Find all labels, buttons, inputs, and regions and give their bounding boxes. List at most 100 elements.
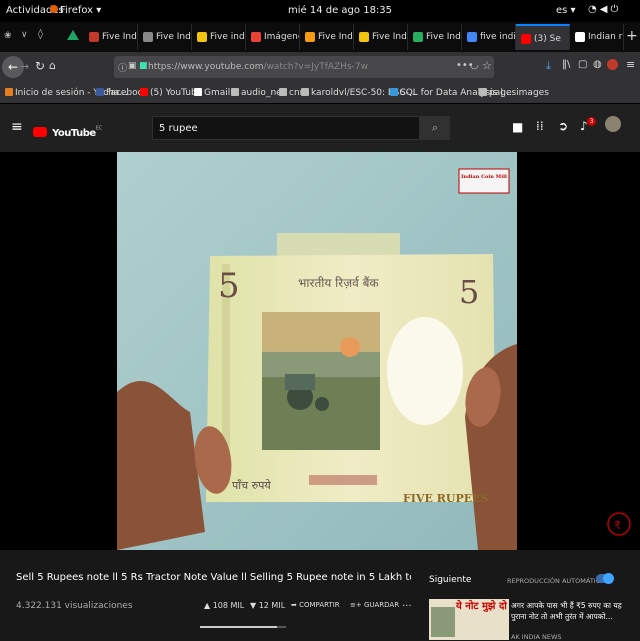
bookmark-icon xyxy=(279,88,287,96)
tab-favicon-icon xyxy=(467,32,477,42)
forward-button[interactable]: → xyxy=(20,60,29,73)
like-button[interactable]: ▲ 108 MIL xyxy=(204,601,244,610)
video-title: Sell 5 Rupees note ll 5 Rs Tractor Note … xyxy=(16,572,411,583)
note-hindi-value: पाँच रुपये xyxy=(232,479,271,492)
tab-overflow-icon[interactable]: ∨ xyxy=(21,30,28,40)
video-player[interactable]: ₹ Indian Coin Mill भारतीय रिज़र्व बैंक 5… xyxy=(0,152,640,550)
browser-tab[interactable]: Five India F xyxy=(138,24,192,50)
browser-tab[interactable]: Five India F xyxy=(354,24,408,50)
pinned-tab-icon[interactable]: ◊ xyxy=(38,29,43,40)
tab-favicon-icon xyxy=(89,32,99,42)
bookmark-icon xyxy=(301,88,309,96)
share-icon: ➦ xyxy=(291,601,297,609)
search-input[interactable]: 5 rupee xyxy=(152,116,420,140)
url-bar[interactable]: ⓘ ▣ ■ https://www.youtube.com/watch?v=Jy… xyxy=(114,56,494,78)
browser-tab[interactable]: (3) Se xyxy=(516,24,570,50)
tab-favicon-icon xyxy=(143,32,153,42)
search-button[interactable]: ⌕ xyxy=(420,116,450,140)
dislike-button[interactable]: ▼ 12 MIL xyxy=(250,601,285,610)
bookmark-icon xyxy=(194,88,202,96)
downloads-icon[interactable]: ⤓ xyxy=(546,59,551,73)
bookmark-star-icon[interactable]: ☆ xyxy=(482,59,492,72)
bookmark-item[interactable]: Gmail xyxy=(194,88,230,98)
system-top-bar: Actividades Firefox ▾ mié 14 de ago 18:3… xyxy=(0,0,640,22)
sync-icon[interactable]: ◍ xyxy=(593,59,602,70)
youtube-play-icon xyxy=(33,127,47,137)
library-icon[interactable]: ‖\ xyxy=(562,59,570,70)
reload-button[interactable]: ↻ xyxy=(35,59,45,73)
watermark-window xyxy=(387,317,463,425)
app-menu[interactable]: Firefox ▾ xyxy=(50,5,101,16)
channel-watermark xyxy=(458,168,510,194)
ornament xyxy=(309,475,377,485)
sentiment-bar xyxy=(200,626,286,628)
browser-tab[interactable]: Imágenes xyxy=(246,24,300,50)
navigation-toolbar: ← → ↻ ⌂ ⓘ ▣ ■ https://www.youtube.com/wa… xyxy=(0,52,640,82)
bookmark-item[interactable]: pagesimages xyxy=(479,88,549,98)
permissions-icon[interactable]: ▣ xyxy=(128,61,137,71)
note-denomination-left: 5 xyxy=(218,266,240,306)
tab-list-icon[interactable]: ❀ xyxy=(4,31,12,41)
youtube-logo[interactable]: YouTubeEC xyxy=(33,121,102,140)
tab-favicon-icon xyxy=(305,32,315,42)
tab-label: Five Indian xyxy=(102,32,137,42)
note-watermark-label: Indian Coin Mill xyxy=(461,174,507,180)
note-english-value: FIVE RUPEES xyxy=(403,492,489,505)
sidebar-icon[interactable]: ▢ xyxy=(578,59,587,70)
bookmark-label: Gmail xyxy=(204,88,231,98)
browser-tab[interactable]: five india n xyxy=(462,24,516,50)
bookmark-icon xyxy=(140,88,148,96)
bookmark-icon xyxy=(96,88,104,96)
browser-tab[interactable]: Five India F xyxy=(300,24,354,50)
next-thumb-note xyxy=(431,607,455,637)
share-button[interactable]: ➦ COMPARTIR xyxy=(291,601,340,609)
svg-text:₹: ₹ xyxy=(614,519,621,532)
tab-label: Imágenes xyxy=(264,32,299,42)
bookmark-item[interactable]: (5) YouTube xyxy=(140,88,202,98)
system-tray[interactable]: ◔◀⏻ xyxy=(588,4,621,15)
browser-tab[interactable]: Five india r xyxy=(192,24,246,50)
apps-icon[interactable]: ⁞⁞ xyxy=(536,119,544,133)
note-denomination-right: 5 xyxy=(459,273,480,311)
bookmarks-toolbar: Inicio de sesión - Yacha... Facebook (5) Y… xyxy=(0,82,640,104)
browser-tab[interactable]: Five India F xyxy=(408,24,462,50)
create-video-icon[interactable]: ■ xyxy=(512,120,523,134)
tab-strip: ❀ ∨ ◊ Five Indian Five India F Five india … xyxy=(0,22,640,52)
save-button[interactable]: ≡+ GUARDAR xyxy=(350,601,399,609)
tab-label: Five India F xyxy=(156,32,191,42)
clock[interactable]: mié 14 de ago 18:35 xyxy=(288,5,392,16)
messages-icon[interactable]: ➲ xyxy=(558,119,568,133)
thumbs-down-icon: ▼ xyxy=(250,601,257,610)
up-next-heading: Siguiente xyxy=(429,575,472,585)
tab-label: Five india r xyxy=(210,32,245,42)
browser-tab[interactable]: Five Indian xyxy=(84,24,138,50)
next-video-title[interactable]: अगर आपके पास भी हैं ₹5 रुपए का यह पुराना… xyxy=(511,600,629,622)
url-path: /watch?v=JyTfAZHs-7w xyxy=(263,62,368,72)
bookmark-label: pagesimages xyxy=(489,88,549,98)
new-tab-button[interactable]: + xyxy=(626,28,638,44)
autoplay-toggle[interactable] xyxy=(596,573,614,584)
browser-tab[interactable]: Indian rupe xyxy=(570,24,624,50)
menu-icon[interactable]: ≡ xyxy=(626,58,635,71)
thumbs-up-icon: ▲ xyxy=(204,601,211,610)
wifi-icon: ◔ xyxy=(588,4,600,15)
guide-menu-icon[interactable]: ≡ xyxy=(11,119,23,135)
input-language-menu[interactable]: es ▾ xyxy=(556,5,576,16)
tab-favicon-icon xyxy=(575,32,585,42)
note-bank-name: भारतीय रिज़र्व बैंक xyxy=(298,276,379,290)
more-actions-button[interactable]: ... xyxy=(402,598,412,609)
site-info-icon[interactable]: ⓘ xyxy=(118,61,127,74)
bookmark-item[interactable]: audio_net xyxy=(231,88,285,98)
pocket-icon[interactable]: ◡ xyxy=(470,60,479,71)
pinned-drive-tab[interactable] xyxy=(67,30,79,40)
autoplay-label: REPRODUCCIÓN AUTOMÁTICA xyxy=(507,577,605,585)
bookmark-icon xyxy=(5,88,13,96)
tab-favicon-icon xyxy=(413,32,423,42)
firefox-icon xyxy=(50,5,58,13)
bookmark-icon xyxy=(231,88,239,96)
url-host: https://www.youtube.com xyxy=(148,62,264,72)
next-video-thumbnail[interactable]: ये नोट मुझे दो xyxy=(429,599,509,640)
avatar[interactable] xyxy=(605,116,621,132)
extension-icon[interactable] xyxy=(607,59,618,70)
home-button[interactable]: ⌂ xyxy=(49,59,56,72)
